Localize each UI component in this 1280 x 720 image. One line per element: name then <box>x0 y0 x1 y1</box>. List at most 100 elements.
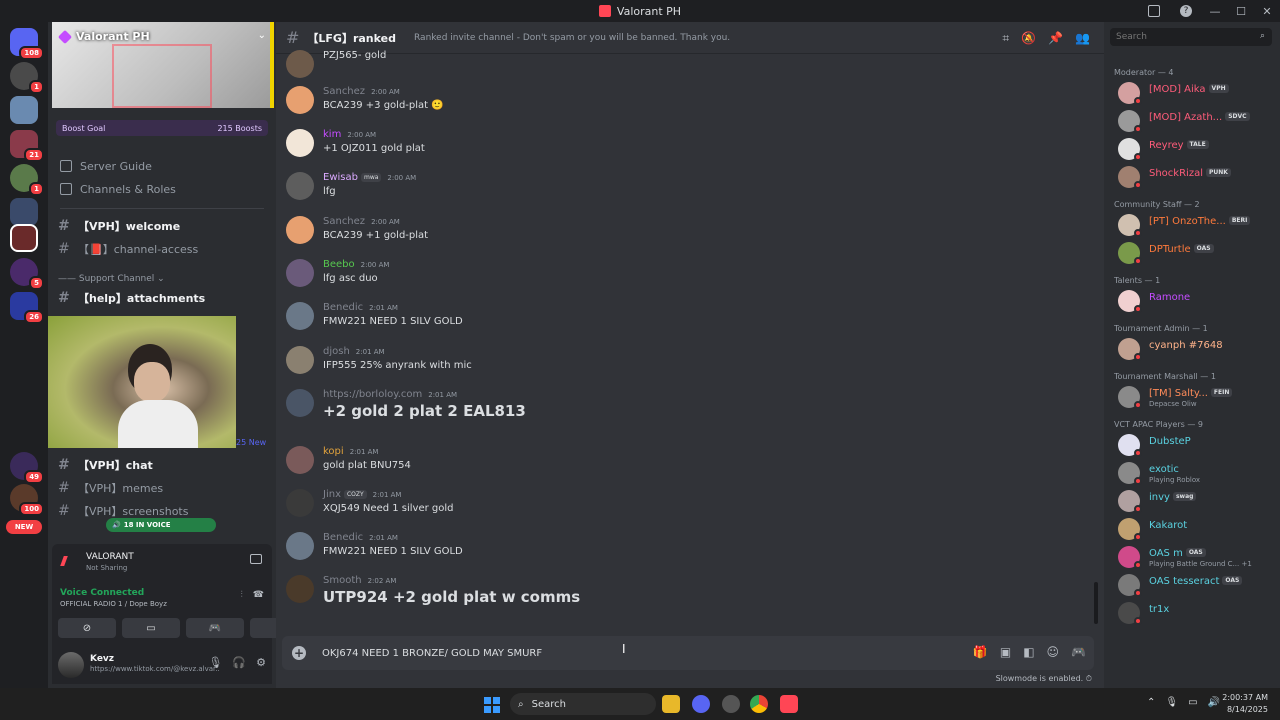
avatar[interactable] <box>286 446 314 474</box>
in-voice-pill[interactable]: 🔊 18 IN VOICE <box>106 518 216 532</box>
member-item[interactable]: cyanph #7648 <box>1118 336 1278 362</box>
boost-goal-bar[interactable]: Boost Goal 215 Boosts <box>56 120 268 136</box>
pin-icon[interactable]: 📌 <box>1048 31 1063 46</box>
member-item[interactable]: [TM] Salty... FEIN Depacse Oliw <box>1118 384 1278 410</box>
user-name[interactable]: Kevz <box>90 654 114 664</box>
member-item[interactable]: DubsteP <box>1118 432 1278 458</box>
direct-messages-button[interactable]: 108 <box>10 28 44 60</box>
message-author[interactable]: Benedic 2:01 AM <box>323 532 398 543</box>
message-author[interactable]: djosh 2:01 AM <box>323 346 385 357</box>
channel-chat[interactable]: # 【VPH】chat <box>58 456 153 474</box>
valorant-icon[interactable] <box>780 695 798 713</box>
avatar[interactable] <box>286 346 314 374</box>
steam-icon[interactable] <box>722 695 740 713</box>
avatar[interactable] <box>286 129 314 157</box>
channel-access[interactable]: # 【📕】channel-access <box>58 240 198 258</box>
author-name[interactable]: kopi <box>323 446 344 457</box>
file-explorer-icon[interactable] <box>662 695 680 713</box>
sticker-icon[interactable]: ◧ <box>1023 645 1034 659</box>
message-author[interactable]: kim 2:00 AM <box>323 129 376 140</box>
channel-help-attachments[interactable]: # 【help】attachments <box>58 289 205 307</box>
message-input[interactable] <box>322 644 942 662</box>
message-author[interactable]: Sanchez 2:00 AM <box>323 86 400 97</box>
search-input[interactable] <box>1110 28 1272 46</box>
apps-icon[interactable]: 🎮 <box>1071 645 1086 659</box>
camera-off-button[interactable]: ⊘ <box>58 618 116 638</box>
new-servers-badge[interactable]: NEW <box>6 520 42 534</box>
avatar[interactable] <box>286 575 314 603</box>
channel-topic[interactable]: Ranked invite channel - Don't spam or yo… <box>414 33 730 43</box>
threads-icon[interactable]: ⌗ <box>1002 31 1009 46</box>
emoji-icon[interactable]: ☺ <box>1047 645 1060 659</box>
avatar[interactable] <box>286 532 314 560</box>
minimize-button[interactable]: — <box>1202 5 1228 18</box>
scrollbar[interactable] <box>1094 582 1098 624</box>
message[interactable]: PZJ565- gold <box>286 50 1086 90</box>
voice-channel-name[interactable]: OFFICIAL RADIO 1 / Dope Boyz <box>60 600 167 608</box>
server-icon[interactable] <box>10 198 38 226</box>
inbox-icon[interactable] <box>1148 5 1160 17</box>
avatar[interactable] <box>286 86 314 114</box>
server-name[interactable]: Valorant PH <box>57 29 150 44</box>
message[interactable]: kopi 2:01 AM gold plat BNU754 <box>286 446 1086 486</box>
author-name[interactable]: Sanchez <box>323 216 365 227</box>
clock[interactable]: 2:00:37 AM 8/14/2025 <box>1222 692 1268 716</box>
close-button[interactable]: ✕ <box>1254 5 1280 18</box>
disconnect-icon[interactable]: ☎ <box>253 590 264 600</box>
author-name[interactable]: Sanchez <box>323 86 365 97</box>
network-icon[interactable]: ▭ <box>1188 697 1197 708</box>
avatar[interactable] <box>286 302 314 330</box>
message[interactable]: https://borloloy.com 2:01 AM +2 gold 2 pla… <box>286 389 1086 429</box>
add-attachment-button[interactable]: + <box>292 646 306 660</box>
message[interactable]: Benedic 2:01 AM FMW221 NEED 1 SILV GOLD <box>286 532 1086 572</box>
gift-icon[interactable]: 🎁 <box>973 645 988 659</box>
microphone-icon[interactable]: 🎙 <box>1165 697 1178 708</box>
headphones-icon[interactable]: 🎧 <box>232 656 246 669</box>
member-item[interactable]: exotic Playing Roblox <box>1118 460 1278 486</box>
author-name[interactable]: kim <box>323 129 341 140</box>
message[interactable]: Beebo 2:00 AM lfg asc duo <box>286 259 1086 299</box>
soundboard-button[interactable]: ♫ <box>250 618 276 638</box>
message[interactable]: Ewisab mwa 2:00 AM lfg <box>286 172 1086 212</box>
chevron-up-icon[interactable]: ⌃ <box>1147 697 1155 708</box>
help-icon[interactable]: ? <box>1180 5 1192 17</box>
author-name[interactable]: Jinx <box>323 489 341 500</box>
member-item[interactable]: [MOD] Azath... SDVC <box>1118 108 1278 134</box>
server-icon[interactable]: 1 <box>10 62 44 94</box>
member-item[interactable]: DPTurtle OAS <box>1118 240 1278 266</box>
server-icon-valorant-ph[interactable] <box>10 224 38 252</box>
message-author[interactable]: Beebo 2:00 AM <box>323 259 389 270</box>
member-item[interactable]: [PT] OnzoThe... BERI <box>1118 212 1278 238</box>
channels-roles-link[interactable]: Channels & Roles <box>60 181 176 197</box>
member-item[interactable]: Ramone <box>1118 288 1278 314</box>
message[interactable]: Smooth 2:02 AM UTP924 +2 gold plat w comms <box>286 575 1086 615</box>
category-support-channel[interactable]: —— Support Channel ⌄ <box>58 274 165 284</box>
chrome-icon[interactable] <box>750 695 768 713</box>
message[interactable]: Sanchez 2:00 AM BCA239 +3 gold-plat 🙂 <box>286 86 1086 126</box>
discord-icon[interactable] <box>692 695 710 713</box>
message[interactable]: Benedic 2:01 AM FMW221 NEED 1 SILV GOLD <box>286 302 1086 342</box>
channel-memes[interactable]: # 【VPH】memes <box>58 479 163 497</box>
maximize-button[interactable]: ☐ <box>1228 5 1254 18</box>
avatar[interactable] <box>286 259 314 287</box>
message[interactable]: Jinx COZY 2:01 AM XQJ549 Need 1 silver gold <box>286 489 1086 529</box>
message-author[interactable]: Sanchez 2:00 AM <box>323 216 400 227</box>
message-author[interactable]: Smooth 2:02 AM <box>323 575 396 586</box>
server-icon[interactable]: 100 <box>10 484 44 516</box>
chevron-down-icon[interactable]: ⌄ <box>258 30 266 41</box>
windows-start-icon[interactable] <box>484 697 500 713</box>
member-item[interactable]: Kakarot <box>1118 516 1278 542</box>
member-item[interactable]: Reyrey TALE <box>1118 136 1278 162</box>
notification-mute-icon[interactable]: 🔕 <box>1021 31 1036 46</box>
channel-welcome[interactable]: # 【VPH】welcome <box>58 217 180 235</box>
message-author[interactable]: kopi 2:01 AM <box>323 446 378 457</box>
gif-icon[interactable]: ▣ <box>1000 645 1011 659</box>
message-author[interactable]: Jinx COZY 2:01 AM <box>323 489 401 500</box>
avatar[interactable] <box>286 389 314 417</box>
server-icon[interactable]: 26 <box>10 292 44 324</box>
message-author[interactable]: https://borloloy.com 2:01 AM <box>323 389 457 400</box>
avatar[interactable] <box>286 50 314 78</box>
server-icon[interactable]: 49 <box>10 452 44 484</box>
server-guide-link[interactable]: Server Guide <box>60 158 152 174</box>
author-name[interactable]: djosh <box>323 346 350 357</box>
